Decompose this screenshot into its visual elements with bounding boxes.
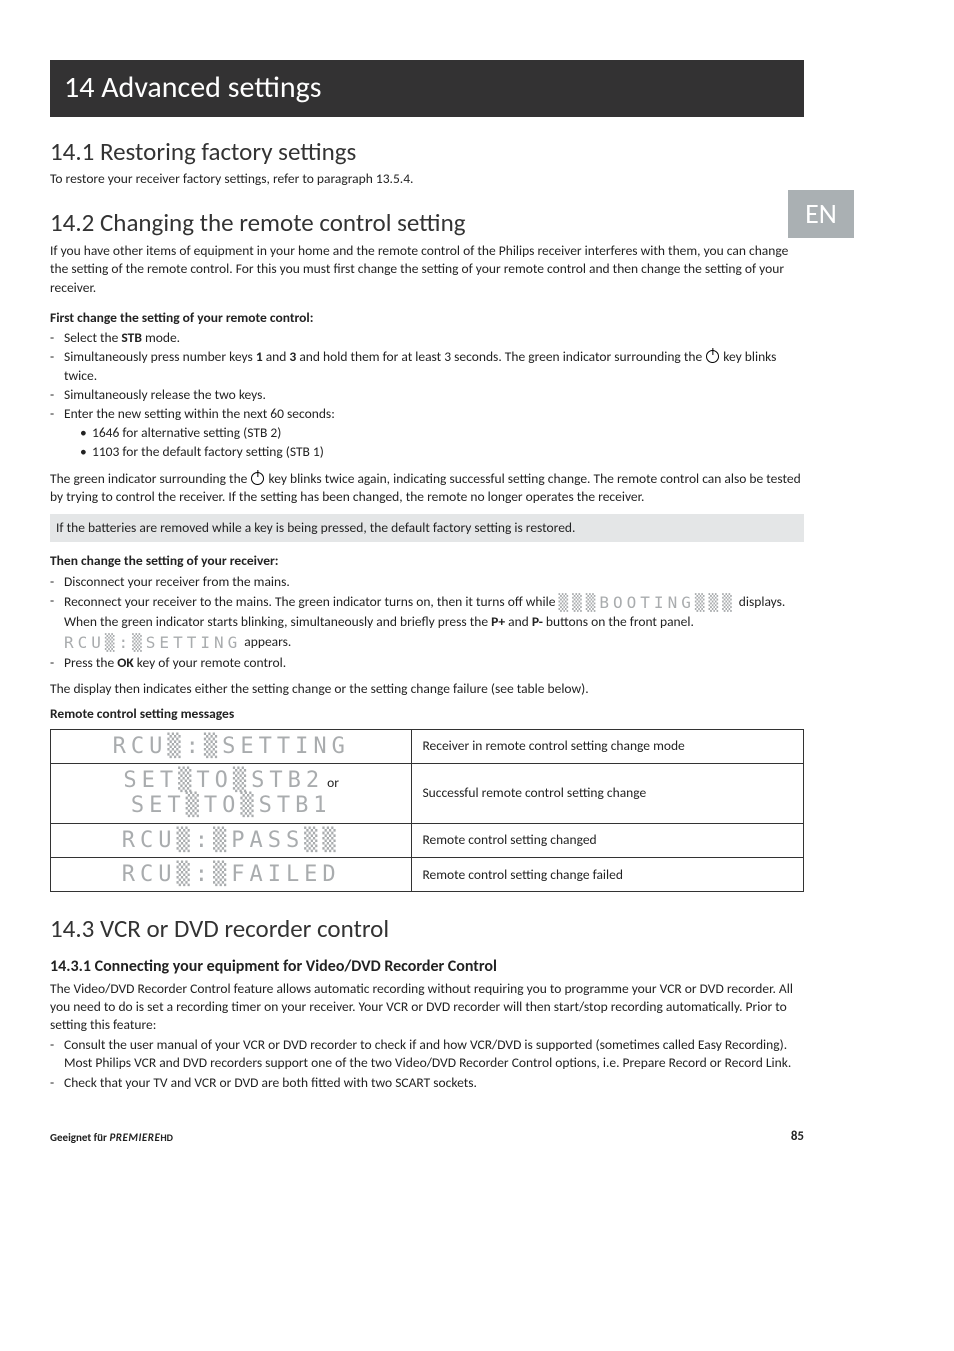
list-item: Simultaneously press number keys 1 and 3…	[50, 348, 804, 384]
text-fragment: Select the	[64, 329, 121, 346]
paragraph: The display then indicates either the se…	[50, 680, 804, 698]
prior-setting-list: Consult the user manual of your VCR or D…	[50, 1036, 804, 1092]
text-fragment: or	[324, 774, 339, 791]
paragraph: The green indicator surrounding the key …	[50, 470, 804, 506]
note-box: If the batteries are removed while a key…	[50, 514, 804, 542]
footer-brand: PREMIERE	[109, 1131, 160, 1144]
section-14-1-text: To restore your receiver factory setting…	[50, 170, 804, 188]
text-fragment: key of your remote control.	[134, 654, 286, 671]
text-fragment: Press the	[64, 654, 117, 671]
text-fragment: Simultaneously press number keys	[64, 348, 256, 365]
table-cell: Remote control setting change failed	[412, 857, 804, 891]
first-change-label: First change the setting of your remote …	[50, 309, 313, 326]
table-cell: Successful remote control setting change	[412, 764, 804, 824]
text-fragment: and	[263, 348, 290, 365]
text-bold: P+	[491, 613, 505, 630]
text-fragment: buttons on the front panel.	[543, 613, 694, 630]
list-item: Reconnect your receiver to the mains. Th…	[50, 592, 804, 653]
display-text: RCU▒:▒SETTING	[61, 734, 401, 759]
list-item: Select the STB mode.	[50, 329, 804, 347]
list-item: 1103 for the default factory setting (ST…	[64, 443, 804, 461]
first-change-list: Select the STB mode. Simultaneously pres…	[50, 329, 804, 462]
chapter-title-bar: 14 Advanced settings	[50, 60, 804, 117]
display-text-rcu-setting: RCU▒:▒SETTING	[64, 633, 241, 652]
table-heading: Remote control setting messages	[50, 705, 234, 722]
text-bold: OK	[117, 654, 134, 671]
list-item: Enter the new setting within the next 60…	[50, 405, 804, 462]
text-fragment: and	[505, 613, 532, 630]
text-bold: 1	[256, 348, 263, 365]
table-row: SET▒TO▒STB2 or SET▒TO▒STB1 Successful re…	[51, 764, 804, 824]
messages-table: RCU▒:▒SETTING Receiver in remote control…	[50, 729, 804, 892]
text-fragment: mode.	[142, 329, 180, 346]
section-14-2-intro: If you have other items of equipment in …	[50, 242, 804, 297]
text-bold: P-	[532, 613, 543, 630]
power-icon	[706, 350, 719, 363]
table-row: RCU▒:▒SETTING Receiver in remote control…	[51, 729, 804, 763]
list-item: Consult the user manual of your VCR or D…	[50, 1036, 804, 1072]
section-14-3-1-heading: 14.3.1 Connecting your equipment for Vid…	[50, 956, 804, 978]
text-fragment: Enter the new setting within the next 60…	[64, 405, 335, 422]
then-change-label: Then change the setting of your receiver…	[50, 552, 279, 569]
setting-codes-list: 1646 for alternative setting (STB 2) 110…	[64, 424, 804, 461]
display-text: RCU▒:▒PASS▒▒	[61, 828, 401, 853]
list-item: Simultaneously release the two keys.	[50, 386, 804, 404]
table-cell: Receiver in remote control setting chang…	[412, 729, 804, 763]
power-icon	[251, 472, 264, 485]
list-item: 1646 for alternative setting (STB 2)	[64, 424, 804, 442]
text-fragment: The green indicator surrounding the	[50, 470, 250, 487]
list-item: Press the OK key of your remote control.	[50, 654, 804, 672]
paragraph: The Video/DVD Recorder Control feature a…	[50, 980, 804, 1035]
display-text: SET▒TO▒STB2	[123, 768, 324, 793]
section-14-2-heading: 14.2 Changing the remote control setting	[50, 206, 804, 240]
display-text-booting: ▒▒▒BOOTING▒▒▒	[559, 593, 736, 612]
footer-text: Geeignet für	[50, 1131, 109, 1144]
footer-hd: HD	[160, 1131, 173, 1144]
page-footer: Geeignet für PREMIEREHD 85	[50, 1128, 804, 1146]
text-fragment: and hold them for at least 3 seconds. Th…	[296, 348, 705, 365]
then-change-list: Disconnect your receiver from the mains.…	[50, 573, 804, 673]
list-item: Check that your TV and VCR or DVD are bo…	[50, 1074, 804, 1092]
text-fragment: appears.	[241, 633, 291, 650]
text-fragment: Reconnect your receiver to the mains. Th…	[64, 593, 559, 610]
text-bold: STB	[121, 329, 142, 346]
language-tab: EN	[788, 190, 854, 238]
page-number: 85	[791, 1128, 804, 1146]
list-item: Disconnect your receiver from the mains.	[50, 573, 804, 591]
section-14-1-heading: 14.1 Restoring factory settings	[50, 135, 804, 169]
display-text: SET▒TO▒STB1	[131, 793, 332, 818]
display-text: RCU▒:▒FAILED	[61, 862, 401, 887]
section-14-3-heading: 14.3 VCR or DVD recorder control	[50, 912, 804, 946]
table-cell: Remote control setting changed	[412, 823, 804, 857]
table-row: RCU▒:▒PASS▒▒ Remote control setting chan…	[51, 823, 804, 857]
table-row: RCU▒:▒FAILED Remote control setting chan…	[51, 857, 804, 891]
